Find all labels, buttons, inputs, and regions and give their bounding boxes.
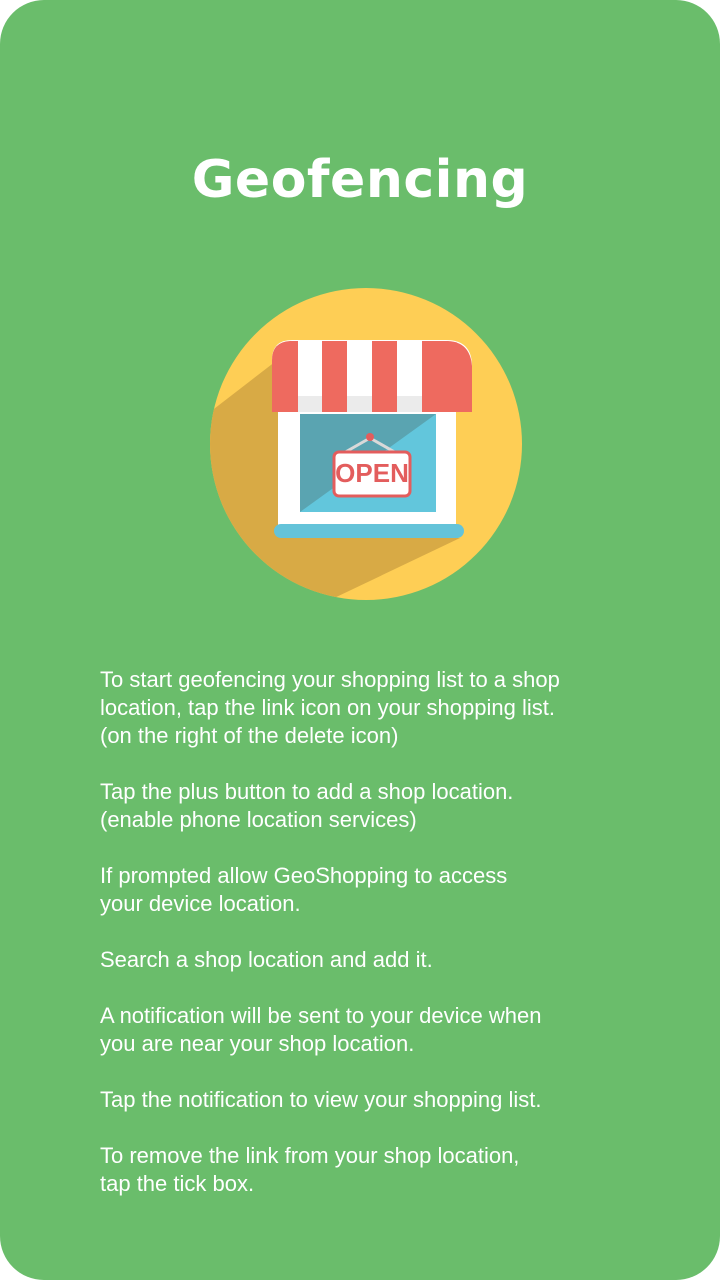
shop-awning: [272, 340, 472, 412]
instructions-list: To start geofencing your shopping list t…: [100, 666, 660, 1198]
instruction-paragraph: Tap the plus button to add a shop locati…: [100, 779, 514, 832]
shop-open-illustration: OPEN: [210, 288, 522, 600]
open-sign-text: OPEN: [335, 458, 409, 488]
page-title: Geofencing: [191, 150, 529, 210]
instruction-paragraph: Tap the notification to view your shoppi…: [100, 1087, 542, 1112]
instruction-paragraph: A notification will be sent to your devi…: [100, 1003, 542, 1056]
instruction-paragraph: If prompted allow GeoShopping to access …: [100, 863, 508, 916]
onboarding-card: Geofencing OPEN To start geofencing your…: [0, 0, 720, 1280]
instruction-paragraph: To remove the link from your shop locati…: [100, 1143, 520, 1196]
instruction-paragraph: To start geofencing your shopping list t…: [100, 667, 560, 748]
instruction-paragraph: Search a shop location and add it.: [100, 947, 433, 972]
shop-open-icon: OPEN: [210, 288, 522, 600]
shop-base: [274, 524, 464, 538]
